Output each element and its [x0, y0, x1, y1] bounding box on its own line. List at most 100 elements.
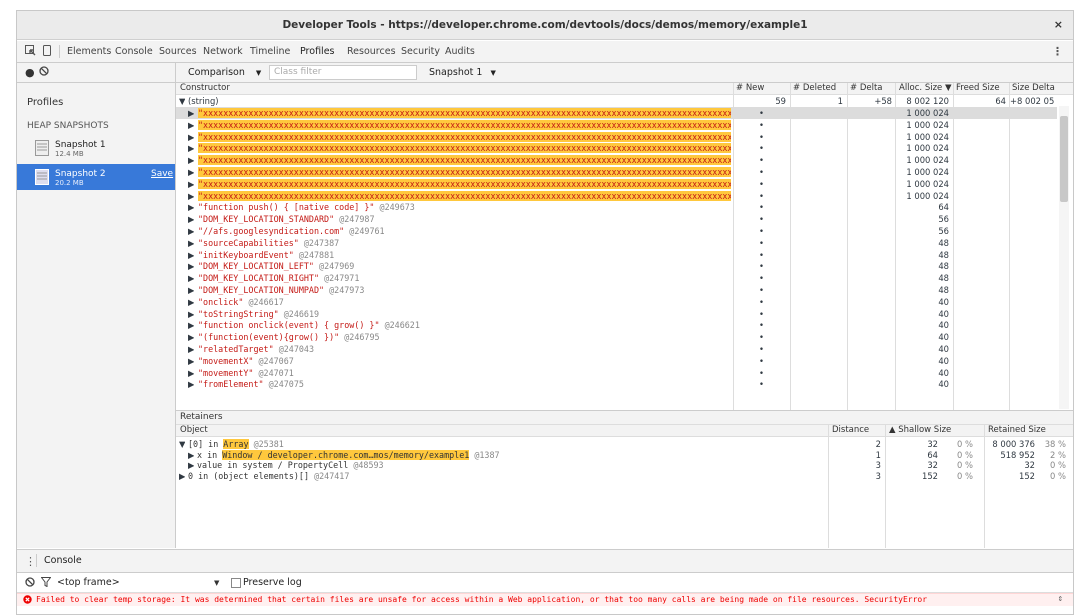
table-row[interactable]: ▶ "DOM_KEY_LOCATION_RIGHT" @247971 • 48	[176, 272, 1057, 284]
filter-icon[interactable]	[40, 577, 52, 590]
tab-sources[interactable]: Sources	[159, 46, 197, 57]
drawer-menu-icon[interactable]: ⋮	[25, 555, 36, 568]
table-row[interactable]: ▶ "xxxxxxxxxxxxxxxxxxxxxxxxxxxxxxxxxxxxxx…	[176, 154, 1057, 166]
table-row[interactable]: ▶ "initKeyboardEvent" @247881 • 48	[176, 249, 1057, 261]
column-alloc-size[interactable]: Alloc. Size ▼	[899, 83, 952, 94]
vertical-scrollbar[interactable]	[1059, 106, 1069, 409]
expand-arrow-icon[interactable]: ▶	[188, 167, 194, 177]
table-row-group[interactable]: ▼ (string) 59 1 +58 8 002 120 64 +8 002 …	[176, 95, 1057, 107]
expand-arrow-icon[interactable]: ▶	[188, 202, 194, 212]
column-delta[interactable]: # Delta	[850, 83, 883, 94]
table-row[interactable]: ▶ "movementY" @247071 • 40	[176, 367, 1057, 379]
expand-arrow-icon[interactable]: ▶	[188, 250, 194, 260]
column-retained-size[interactable]: Retained Size	[988, 425, 1046, 436]
expand-arrow-icon[interactable]: ▶	[188, 379, 194, 389]
scrollbar-thumb[interactable]	[1060, 116, 1068, 202]
tab-network[interactable]: Network	[203, 46, 243, 57]
clear-icon[interactable]	[39, 66, 49, 79]
expand-arrow-icon[interactable]: ▶	[188, 179, 194, 189]
expand-arrow-icon[interactable]: ▶	[188, 309, 194, 319]
table-row[interactable]: ▶ "DOM_KEY_LOCATION_STANDARD" @247987 • 56	[176, 213, 1057, 225]
clear-console-icon[interactable]	[25, 577, 35, 590]
table-row[interactable]: ▶ "xxxxxxxxxxxxxxxxxxxxxxxxxxxxxxxxxxxxxx…	[176, 131, 1057, 143]
expand-arrow-icon[interactable]: ▶	[188, 356, 194, 366]
alloc-size: 1 000 024	[906, 167, 949, 177]
string-literal: "sourceCapabilities"	[198, 237, 299, 248]
expand-arrow-icon[interactable]: ▶	[188, 297, 194, 307]
expand-arrow-icon[interactable]: ▼	[179, 96, 185, 106]
scroll-arrows-icon[interactable]: ⇕	[1058, 594, 1063, 604]
table-row[interactable]: ▶ "xxxxxxxxxxxxxxxxxxxxxxxxxxxxxxxxxxxxxx…	[176, 190, 1057, 202]
table-row[interactable]: ▶ "DOM_KEY_LOCATION_LEFT" @247969 • 48	[176, 260, 1057, 272]
table-row[interactable]: ▶ "sourceCapabilities" @247387 • 48	[176, 237, 1057, 249]
expand-arrow-icon[interactable]: ▶	[188, 143, 194, 153]
view-select[interactable]: Comparison ▼	[188, 67, 261, 78]
close-button[interactable]: ×	[1054, 18, 1063, 31]
expand-arrow-icon[interactable]: ▶	[188, 120, 194, 130]
table-row[interactable]: ▶ "xxxxxxxxxxxxxxxxxxxxxxxxxxxxxxxxxxxxxx…	[176, 107, 1057, 119]
table-row[interactable]: ▶ "DOM_KEY_LOCATION_NUMPAD" @247973 • 48	[176, 284, 1057, 296]
expand-arrow-icon[interactable]: ▶	[188, 368, 194, 378]
expand-arrow-icon[interactable]: ▼	[179, 439, 185, 449]
base-snapshot-select[interactable]: Snapshot 1 ▼	[429, 67, 496, 78]
table-row[interactable]: ▶ "xxxxxxxxxxxxxxxxxxxxxxxxxxxxxxxxxxxxxx…	[176, 166, 1057, 178]
tab-console[interactable]: Console	[115, 46, 153, 57]
tab-timeline[interactable]: Timeline	[250, 46, 290, 57]
retained-percent: 0 %	[1050, 470, 1066, 481]
column-deleted[interactable]: # Deleted	[793, 83, 836, 94]
table-row[interactable]: ▶ "function onclick(event) { grow() }" @2…	[176, 319, 1057, 331]
table-row[interactable]: ▶ "relatedTarget" @247043 • 40	[176, 343, 1057, 355]
tab-audits[interactable]: Audits	[445, 46, 475, 57]
preserve-log-checkbox[interactable]	[231, 578, 241, 588]
tab-security[interactable]: Security	[401, 46, 440, 57]
expand-arrow-icon[interactable]: ▶	[188, 261, 194, 271]
expand-arrow-icon[interactable]: ▶	[188, 155, 194, 165]
column-size-delta[interactable]: Size Delta	[1012, 83, 1055, 94]
tab-elements[interactable]: Elements	[67, 46, 111, 57]
expand-arrow-icon[interactable]: ▶	[188, 273, 194, 283]
save-snapshot-link[interactable]: Save	[151, 169, 173, 179]
tab-console-drawer[interactable]: Console	[44, 555, 82, 566]
table-row[interactable]: ▶ "onclick" @246617 • 40	[176, 296, 1057, 308]
tab-resources[interactable]: Resources	[347, 46, 396, 57]
expand-arrow-icon[interactable]: ▶	[188, 320, 194, 330]
context-select[interactable]: <top frame>	[57, 577, 120, 588]
device-mode-icon[interactable]	[43, 45, 51, 59]
column-new[interactable]: # New	[736, 83, 764, 94]
class-filter-input[interactable]: Class filter	[269, 65, 417, 80]
column-freed-size[interactable]: Freed Size	[956, 83, 1000, 94]
tab-profiles[interactable]: Profiles	[300, 46, 335, 57]
table-row[interactable]: ▶ "//afs.googlesyndication.com" @249761 • 5…	[176, 225, 1057, 237]
expand-arrow-icon[interactable]: ▶	[188, 191, 194, 201]
expand-arrow-icon[interactable]: ▶	[188, 332, 194, 342]
expand-arrow-icon[interactable]: ▶	[188, 108, 194, 118]
table-row[interactable]: ▶ "(function(event){grow() })" @246795 • 40	[176, 331, 1057, 343]
expand-arrow-icon[interactable]: ▶	[188, 285, 194, 295]
column-shallow-size[interactable]: ▲ Shallow Size	[889, 425, 951, 436]
more-options-icon[interactable]: ⋮	[1052, 45, 1063, 58]
expand-arrow-icon[interactable]: ▶	[188, 450, 194, 460]
table-row[interactable]: ▶ "xxxxxxxxxxxxxxxxxxxxxxxxxxxxxxxxxxxxxx…	[176, 142, 1057, 154]
expand-arrow-icon[interactable]: ▶	[188, 226, 194, 236]
inspect-element-icon[interactable]	[25, 45, 36, 59]
snapshot-item-2[interactable]: Snapshot 2 20.2 MB Save	[17, 164, 175, 190]
table-row[interactable]: ▶ "toStringString" @246619 • 40	[176, 308, 1057, 320]
expand-arrow-icon[interactable]: ▶	[188, 214, 194, 224]
table-row[interactable]: ▶ "xxxxxxxxxxxxxxxxxxxxxxxxxxxxxxxxxxxxxx…	[176, 178, 1057, 190]
retainer-row[interactable]: ▶ 0 in (object elements)[] @247417 3 152 0 %…	[176, 470, 1073, 482]
expand-arrow-icon[interactable]: ▶	[188, 238, 194, 248]
column-distance[interactable]: Distance	[832, 425, 869, 436]
chevron-down-icon[interactable]: ▼	[214, 579, 219, 587]
expand-arrow-icon[interactable]: ▶	[188, 460, 194, 470]
expand-arrow-icon[interactable]: ▶	[179, 471, 185, 481]
table-row[interactable]: ▶ "function push() { [native code] }" @24…	[176, 201, 1057, 213]
expand-arrow-icon[interactable]: ▶	[188, 344, 194, 354]
table-row[interactable]: ▶ "movementX" @247067 • 40	[176, 355, 1057, 367]
table-row[interactable]: ▶ "xxxxxxxxxxxxxxxxxxxxxxxxxxxxxxxxxxxxxx…	[176, 119, 1057, 131]
record-icon[interactable]: ●	[25, 66, 35, 79]
column-object[interactable]: Object	[180, 425, 208, 436]
column-constructor[interactable]: Constructor	[180, 83, 230, 94]
snapshot-item-1[interactable]: Snapshot 1 12.4 MB	[17, 135, 175, 161]
expand-arrow-icon[interactable]: ▶	[188, 132, 194, 142]
table-row[interactable]: ▶ "fromElement" @247075 • 40	[176, 378, 1057, 390]
